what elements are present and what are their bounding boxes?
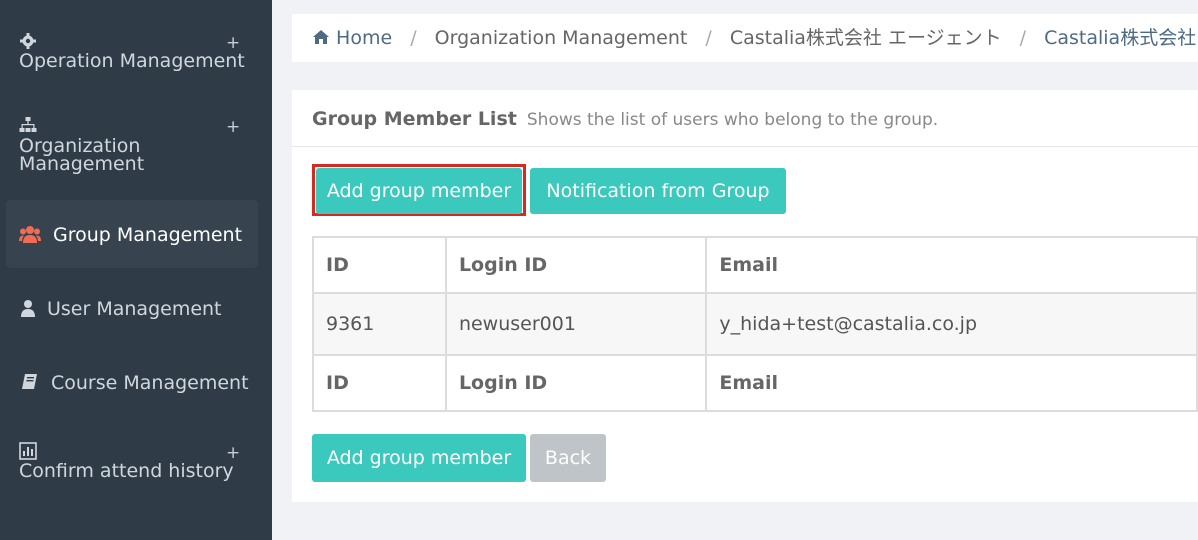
column-footer-id: ID [312,354,447,412]
group-member-panel: Group Member List Shows the list of user… [292,90,1198,502]
breadcrumb-link[interactable]: Castalia株式会社 [1044,27,1196,49]
panel-header: Group Member List Shows the list of user… [292,90,1198,147]
breadcrumb-separator: / [705,27,712,49]
sidebar-item-label: Confirm attend history [19,460,234,482]
sidebar: + Operation Management + Organization Ma… [0,0,272,540]
user-icon [21,300,35,317]
users-icon [19,226,41,243]
bar-chart-icon [19,442,37,460]
member-table: ID Login ID Email 9361 newuser001 y_hida… [312,236,1198,412]
back-button[interactable]: Back [530,434,606,482]
table-footer-row: ID Login ID Email [312,354,1198,412]
panel-subtitle: Shows the list of users who belong to th… [526,110,939,130]
panel-title: Group Member List [312,108,517,130]
column-header-login-id[interactable]: Login ID [444,236,708,294]
cell-login-id: newuser001 [444,292,708,356]
sidebar-item-label: Operation Management [19,50,245,72]
column-footer-login-id: Login ID [444,354,708,412]
breadcrumb-separator: / [1019,27,1027,49]
sidebar-item-confirm-attend-history[interactable]: + Confirm attend history [0,442,272,482]
breadcrumb-home-label: Home [336,27,393,49]
sidebar-item-operation-management[interactable]: + Operation Management [0,32,272,72]
table-header-row: ID Login ID Email [312,236,1198,294]
home-icon [313,30,329,44]
column-footer-email: Email [705,354,1198,412]
add-group-member-button-bottom[interactable]: Add group member [312,434,526,482]
expand-icon[interactable]: + [226,118,240,136]
breadcrumb-home[interactable]: Home [312,27,398,49]
column-header-email[interactable]: Email [705,236,1198,294]
cell-email: y_hida+test@castalia.co.jp [705,292,1198,356]
sidebar-item-label: Group Management [53,224,243,246]
sidebar-item-label-line2: Management [19,153,145,175]
sidebar-item-group-management[interactable]: Group Management [6,200,258,268]
add-group-member-button[interactable]: Add group member [316,168,522,214]
sidebar-item-organization-management[interactable]: + Organization Management [0,116,272,176]
breadcrumb: Home / Organization Management / Castali… [292,14,1198,62]
breadcrumb-separator: / [410,27,417,49]
sitemap-icon [19,117,37,132]
breadcrumb-item: Organization Management [434,27,688,49]
breadcrumb-item: Castalia株式会社 エージェント [729,27,1002,49]
column-header-id[interactable]: ID [312,236,447,294]
sidebar-item-course-management[interactable]: Course Management [0,372,272,396]
book-icon [22,374,37,389]
sidebar-item-label: User Management [47,298,222,320]
notification-from-group-button[interactable]: Notification from Group [530,168,786,214]
gear-icon [20,33,36,49]
sidebar-item-user-management[interactable]: User Management [0,298,272,322]
cell-id: 9361 [312,292,447,356]
table-row[interactable]: 9361 newuser001 y_hida+test@castalia.co.… [312,292,1198,356]
sidebar-item-label: Course Management [51,372,249,394]
